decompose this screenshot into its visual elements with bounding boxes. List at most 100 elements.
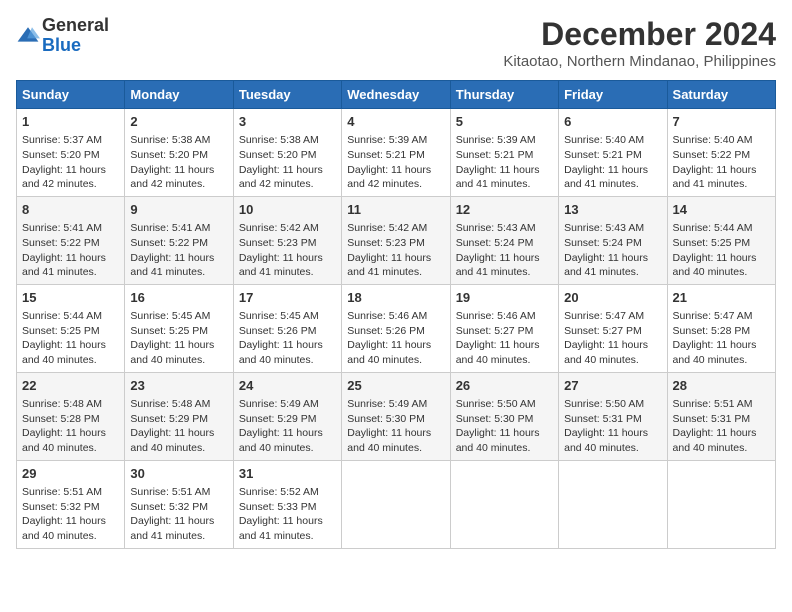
day-info: Sunrise: 5:48 AM Sunset: 5:29 PM Dayligh… <box>130 397 227 456</box>
day-info: Sunrise: 5:47 AM Sunset: 5:27 PM Dayligh… <box>564 309 661 368</box>
day-number: 31 <box>239 465 336 483</box>
day-cell: 10Sunrise: 5:42 AM Sunset: 5:23 PM Dayli… <box>233 196 341 284</box>
day-number: 22 <box>22 377 119 395</box>
week-row-4: 22 Sunrise: 5:48 AM Sunset: 5:28 PM Dayli… <box>17 372 776 460</box>
day-info: Sunrise: 5:46 AM Sunset: 5:27 PM Dayligh… <box>456 309 553 368</box>
calendar-table: SundayMondayTuesdayWednesdayThursdayFrid… <box>16 80 776 549</box>
day-number: 23 <box>130 377 227 395</box>
day-cell: 22 Sunrise: 5:48 AM Sunset: 5:28 PM Dayli… <box>17 372 125 460</box>
week-row-3: 15 Sunrise: 5:44 AM Sunset: 5:25 PM Dayli… <box>17 284 776 372</box>
day-number: 4 <box>347 113 444 131</box>
day-cell: 21 Sunrise: 5:47 AM Sunset: 5:28 PM Dayli… <box>667 284 775 372</box>
day-info: Sunrise: 5:44 AM Sunset: 5:25 PM Dayligh… <box>22 309 119 368</box>
page-header: General Blue December 2024 Kitaotao, Nor… <box>16 16 776 70</box>
day-info: Sunrise: 5:48 AM Sunset: 5:28 PM Dayligh… <box>22 397 119 456</box>
day-number: 19 <box>456 289 553 307</box>
day-cell: 30Sunrise: 5:51 AM Sunset: 5:32 PM Dayli… <box>125 460 233 548</box>
day-cell: 14 Sunrise: 5:44 AM Sunset: 5:25 PM Dayli… <box>667 196 775 284</box>
day-number: 27 <box>564 377 661 395</box>
day-cell: 11Sunrise: 5:42 AM Sunset: 5:23 PM Dayli… <box>342 196 450 284</box>
day-info: Sunrise: 5:47 AM Sunset: 5:28 PM Dayligh… <box>673 309 770 368</box>
day-cell <box>342 460 450 548</box>
day-number: 2 <box>130 113 227 131</box>
calendar-title: December 2024 <box>503 16 776 53</box>
day-cell: 15 Sunrise: 5:44 AM Sunset: 5:25 PM Dayli… <box>17 284 125 372</box>
day-info: Sunrise: 5:46 AM Sunset: 5:26 PM Dayligh… <box>347 309 444 368</box>
title-section: December 2024 Kitaotao, Northern Mindana… <box>503 16 776 70</box>
day-cell: 5 Sunrise: 5:39 AM Sunset: 5:21 PM Daylig… <box>450 109 558 197</box>
day-info: Sunrise: 5:39 AM Sunset: 5:21 PM Dayligh… <box>456 133 553 192</box>
day-info: Sunrise: 5:50 AM Sunset: 5:30 PM Dayligh… <box>456 397 553 456</box>
day-info: Sunrise: 5:43 AM Sunset: 5:24 PM Dayligh… <box>456 221 553 280</box>
day-info: Sunrise: 5:37 AM Sunset: 5:20 PM Dayligh… <box>22 133 119 192</box>
day-cell <box>450 460 558 548</box>
day-number: 3 <box>239 113 336 131</box>
day-cell: 18 Sunrise: 5:46 AM Sunset: 5:26 PM Dayli… <box>342 284 450 372</box>
day-number: 9 <box>130 201 227 219</box>
day-cell: 9 Sunrise: 5:41 AM Sunset: 5:22 PM Daylig… <box>125 196 233 284</box>
day-cell: 27 Sunrise: 5:50 AM Sunset: 5:31 PM Dayli… <box>559 372 667 460</box>
day-info: Sunrise: 5:49 AM Sunset: 5:29 PM Dayligh… <box>239 397 336 456</box>
calendar-subtitle: Kitaotao, Northern Mindanao, Philippines <box>503 53 776 70</box>
day-cell: 4Sunrise: 5:39 AM Sunset: 5:21 PM Daylig… <box>342 109 450 197</box>
day-number: 1 <box>22 113 119 131</box>
day-info: Sunrise: 5:51 AM Sunset: 5:32 PM Dayligh… <box>130 485 227 544</box>
day-info: Sunrise: 5:41 AM Sunset: 5:22 PM Dayligh… <box>22 221 119 280</box>
column-header-sunday: Sunday <box>17 81 125 109</box>
day-info: Sunrise: 5:38 AM Sunset: 5:20 PM Dayligh… <box>239 133 336 192</box>
day-info: Sunrise: 5:38 AM Sunset: 5:20 PM Dayligh… <box>130 133 227 192</box>
day-number: 26 <box>456 377 553 395</box>
column-header-tuesday: Tuesday <box>233 81 341 109</box>
day-cell <box>559 460 667 548</box>
column-header-monday: Monday <box>125 81 233 109</box>
day-cell: 24Sunrise: 5:49 AM Sunset: 5:29 PM Dayli… <box>233 372 341 460</box>
day-info: Sunrise: 5:44 AM Sunset: 5:25 PM Dayligh… <box>673 221 770 280</box>
day-number: 20 <box>564 289 661 307</box>
day-number: 18 <box>347 289 444 307</box>
day-number: 29 <box>22 465 119 483</box>
column-header-thursday: Thursday <box>450 81 558 109</box>
header-row: SundayMondayTuesdayWednesdayThursdayFrid… <box>17 81 776 109</box>
week-row-5: 29 Sunrise: 5:51 AM Sunset: 5:32 PM Dayli… <box>17 460 776 548</box>
day-info: Sunrise: 5:40 AM Sunset: 5:22 PM Dayligh… <box>673 133 770 192</box>
day-info: Sunrise: 5:45 AM Sunset: 5:25 PM Dayligh… <box>130 309 227 368</box>
day-number: 7 <box>673 113 770 131</box>
day-info: Sunrise: 5:41 AM Sunset: 5:22 PM Dayligh… <box>130 221 227 280</box>
logo-icon <box>16 24 40 48</box>
day-info: Sunrise: 5:42 AM Sunset: 5:23 PM Dayligh… <box>347 221 444 280</box>
day-info: Sunrise: 5:52 AM Sunset: 5:33 PM Dayligh… <box>239 485 336 544</box>
logo: General Blue <box>16 16 109 56</box>
day-cell: 2 Sunrise: 5:38 AM Sunset: 5:20 PM Daylig… <box>125 109 233 197</box>
day-info: Sunrise: 5:50 AM Sunset: 5:31 PM Dayligh… <box>564 397 661 456</box>
day-number: 15 <box>22 289 119 307</box>
week-row-2: 8Sunrise: 5:41 AM Sunset: 5:22 PM Daylig… <box>17 196 776 284</box>
day-number: 10 <box>239 201 336 219</box>
day-cell: 28 Sunrise: 5:51 AM Sunset: 5:31 PM Dayli… <box>667 372 775 460</box>
day-cell: 26 Sunrise: 5:50 AM Sunset: 5:30 PM Dayli… <box>450 372 558 460</box>
day-number: 12 <box>456 201 553 219</box>
day-number: 14 <box>673 201 770 219</box>
day-number: 16 <box>130 289 227 307</box>
day-number: 28 <box>673 377 770 395</box>
day-cell: 3 Sunrise: 5:38 AM Sunset: 5:20 PM Daylig… <box>233 109 341 197</box>
day-number: 13 <box>564 201 661 219</box>
day-number: 5 <box>456 113 553 131</box>
day-number: 6 <box>564 113 661 131</box>
day-cell: 23 Sunrise: 5:48 AM Sunset: 5:29 PM Dayli… <box>125 372 233 460</box>
day-info: Sunrise: 5:49 AM Sunset: 5:30 PM Dayligh… <box>347 397 444 456</box>
day-cell: 6Sunrise: 5:40 AM Sunset: 5:21 PM Daylig… <box>559 109 667 197</box>
day-number: 21 <box>673 289 770 307</box>
day-cell: 7 Sunrise: 5:40 AM Sunset: 5:22 PM Daylig… <box>667 109 775 197</box>
day-number: 17 <box>239 289 336 307</box>
day-cell: 16 Sunrise: 5:45 AM Sunset: 5:25 PM Dayli… <box>125 284 233 372</box>
column-header-saturday: Saturday <box>667 81 775 109</box>
week-row-1: 1 Sunrise: 5:37 AM Sunset: 5:20 PM Daylig… <box>17 109 776 197</box>
column-header-friday: Friday <box>559 81 667 109</box>
day-cell: 17Sunrise: 5:45 AM Sunset: 5:26 PM Dayli… <box>233 284 341 372</box>
day-cell: 1 Sunrise: 5:37 AM Sunset: 5:20 PM Daylig… <box>17 109 125 197</box>
day-cell: 31 Sunrise: 5:52 AM Sunset: 5:33 PM Dayli… <box>233 460 341 548</box>
day-cell: 8Sunrise: 5:41 AM Sunset: 5:22 PM Daylig… <box>17 196 125 284</box>
day-number: 25 <box>347 377 444 395</box>
day-cell <box>667 460 775 548</box>
day-info: Sunrise: 5:51 AM Sunset: 5:31 PM Dayligh… <box>673 397 770 456</box>
